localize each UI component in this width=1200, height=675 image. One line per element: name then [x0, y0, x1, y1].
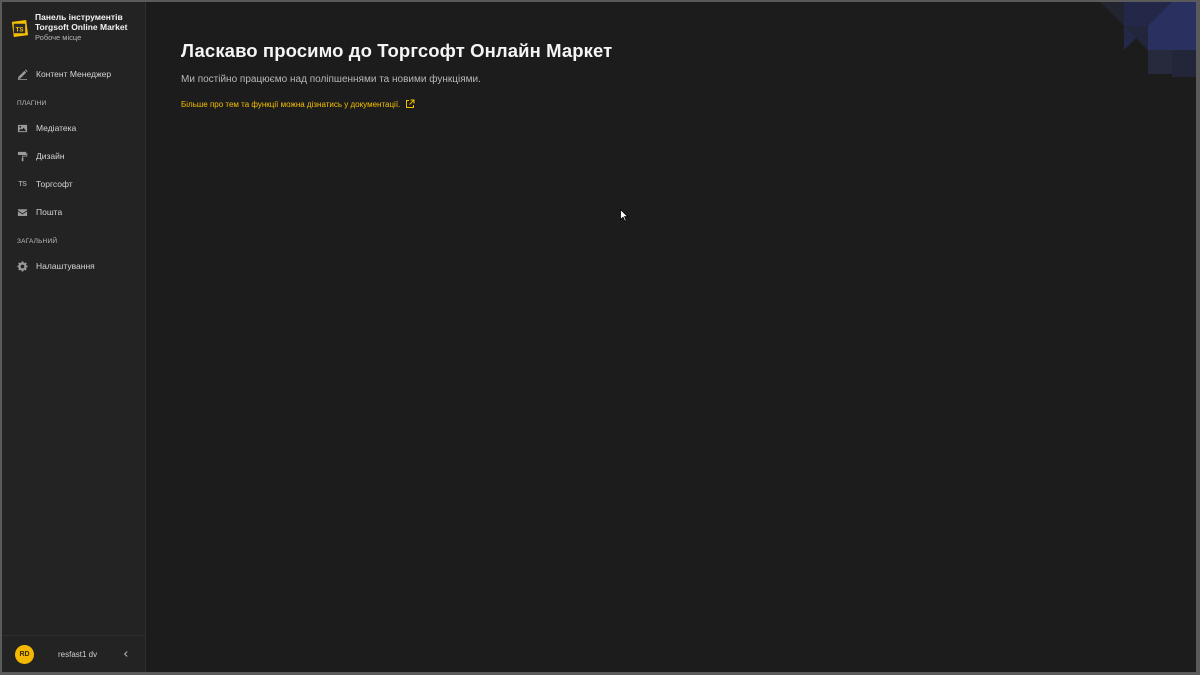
sidebar-item-design[interactable]: Дизайн	[2, 142, 145, 170]
sidebar: TS Панель інструментів Torgsoft Online M…	[2, 2, 146, 672]
external-link-icon	[406, 99, 415, 108]
paint-roller-icon	[17, 151, 28, 162]
chevron-left-icon	[123, 651, 128, 657]
page-title: Ласкаво просимо до Торгсофт Онлайн Марке…	[181, 40, 613, 61]
brand-logo-icon: TS	[11, 19, 29, 38]
ts-icon: TS	[18, 180, 27, 188]
svg-text:TS: TS	[16, 27, 24, 34]
avatar[interactable]: RD	[15, 644, 34, 664]
gear-icon	[17, 260, 28, 272]
user-name[interactable]: resfast1 dv	[58, 650, 97, 659]
sidebar-footer: RD resfast1 dv	[2, 635, 145, 672]
image-icon	[17, 123, 28, 134]
collapse-sidebar-button[interactable]	[121, 649, 131, 659]
brand-header[interactable]: TS Панель інструментів Torgsoft Online M…	[2, 2, 145, 60]
sidebar-item-label: Налаштування	[36, 261, 95, 271]
mouse-cursor-icon	[620, 209, 629, 222]
sidebar-item-label: Дизайн	[36, 151, 65, 161]
sidebar-item-label: Медіатека	[36, 123, 77, 133]
mail-icon	[17, 207, 28, 218]
app-window: TS Панель інструментів Torgsoft Online M…	[2, 2, 1196, 672]
sidebar-item-media-library[interactable]: Медіатека	[2, 114, 145, 142]
sidebar-item-label: Торгсофт	[36, 179, 73, 189]
sidebar-item-settings[interactable]: Налаштування	[2, 252, 145, 280]
sidebar-item-content-manager[interactable]: Контент Менеджер	[2, 60, 145, 88]
section-label-plugins: ПЛАГІНИ	[17, 99, 47, 107]
sidebar-item-label: Контент Менеджер	[36, 69, 112, 79]
brand-text: Панель інструментів Torgsoft Online Mark…	[35, 12, 128, 42]
section-label-general: ЗАГАЛЬНИЙ	[17, 237, 58, 245]
sidebar-item-torgsoft[interactable]: TS Торгсофт	[2, 170, 145, 198]
documentation-link[interactable]: Більше про тем та функції можна дізнатис…	[181, 99, 415, 109]
edit-icon	[17, 68, 28, 80]
documentation-link-label: Більше про тем та функції можна дізнатис…	[181, 99, 401, 109]
brand-subtitle: Робоче місце	[35, 32, 82, 42]
page-subtitle: Ми постійно працюємо над поліпшеннями та…	[181, 74, 481, 85]
sidebar-item-mail[interactable]: Пошта	[2, 198, 145, 226]
corner-decoration	[1100, 2, 1196, 77]
brand-title-product: Torgsoft Online Market	[35, 21, 128, 32]
main-content: Ласкаво просимо до Торгсофт Онлайн Марке…	[146, 2, 1196, 672]
sidebar-item-label: Пошта	[36, 207, 63, 217]
